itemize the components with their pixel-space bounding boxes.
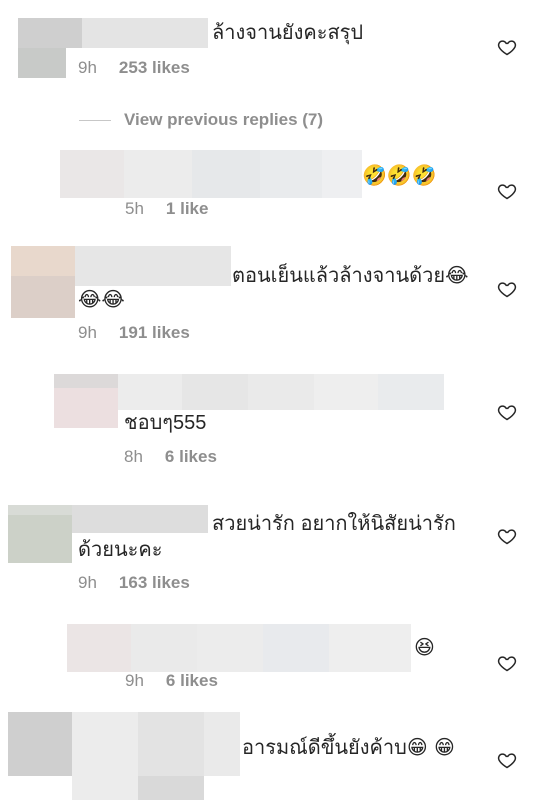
comment-text: อารมณ์ดีขึ้นยังค้าบ😁 😁 [242,735,455,759]
comment-text: ชอบๆ555 [124,412,207,434]
blurred-avatar-username [67,624,411,672]
comment-time: 5h [125,199,144,218]
heart-icon[interactable] [497,181,517,201]
comment-text: ตอนเย็นแล้วล้างจานด้วย😂 [232,263,469,287]
comment-time: 9h [78,58,97,77]
blurred-avatar-username [60,150,362,198]
likes-count[interactable]: 163 likes [119,573,190,592]
comment-meta: 9h 253 likes [78,58,190,78]
heart-icon[interactable] [497,526,517,546]
comment-meta: 5h 1 like [125,199,208,219]
comment-text: 😆 [414,635,435,659]
likes-count[interactable]: 1 like [166,199,209,218]
heart-icon[interactable] [497,750,517,770]
likes-count[interactable]: 253 likes [119,58,190,77]
replies-divider [79,120,111,121]
blurred-avatar-username [54,374,444,428]
heart-icon[interactable] [497,279,517,299]
comment-meta: 8h 6 likes [124,447,217,467]
heart-icon[interactable] [497,37,517,57]
comment-time: 8h [124,447,143,466]
comment-text: 🤣🤣🤣 [362,163,437,187]
comment-text: ด้วยนะคะ [78,539,163,561]
heart-icon[interactable] [497,402,517,422]
comment-time: 9h [125,671,144,690]
view-previous-replies-button[interactable]: View previous replies (7) [124,110,323,130]
comment-meta: 9h 6 likes [125,671,218,691]
likes-count[interactable]: 6 likes [165,447,217,466]
comment-time: 9h [78,323,97,342]
comment-text: 😂😂 [78,287,125,311]
blurred-avatar-username [8,712,240,800]
comment-text: สวยน่ารัก อยากให้นิสัยน่ารัก [212,513,456,535]
comment-time: 9h [78,573,97,592]
comment-meta: 9h 163 likes [78,573,190,593]
likes-count[interactable]: 6 likes [166,671,218,690]
heart-icon[interactable] [497,653,517,673]
likes-count[interactable]: 191 likes [119,323,190,342]
comment-text: ล้างจานยังคะสรุป [212,22,364,44]
comment-meta: 9h 191 likes [78,323,190,343]
